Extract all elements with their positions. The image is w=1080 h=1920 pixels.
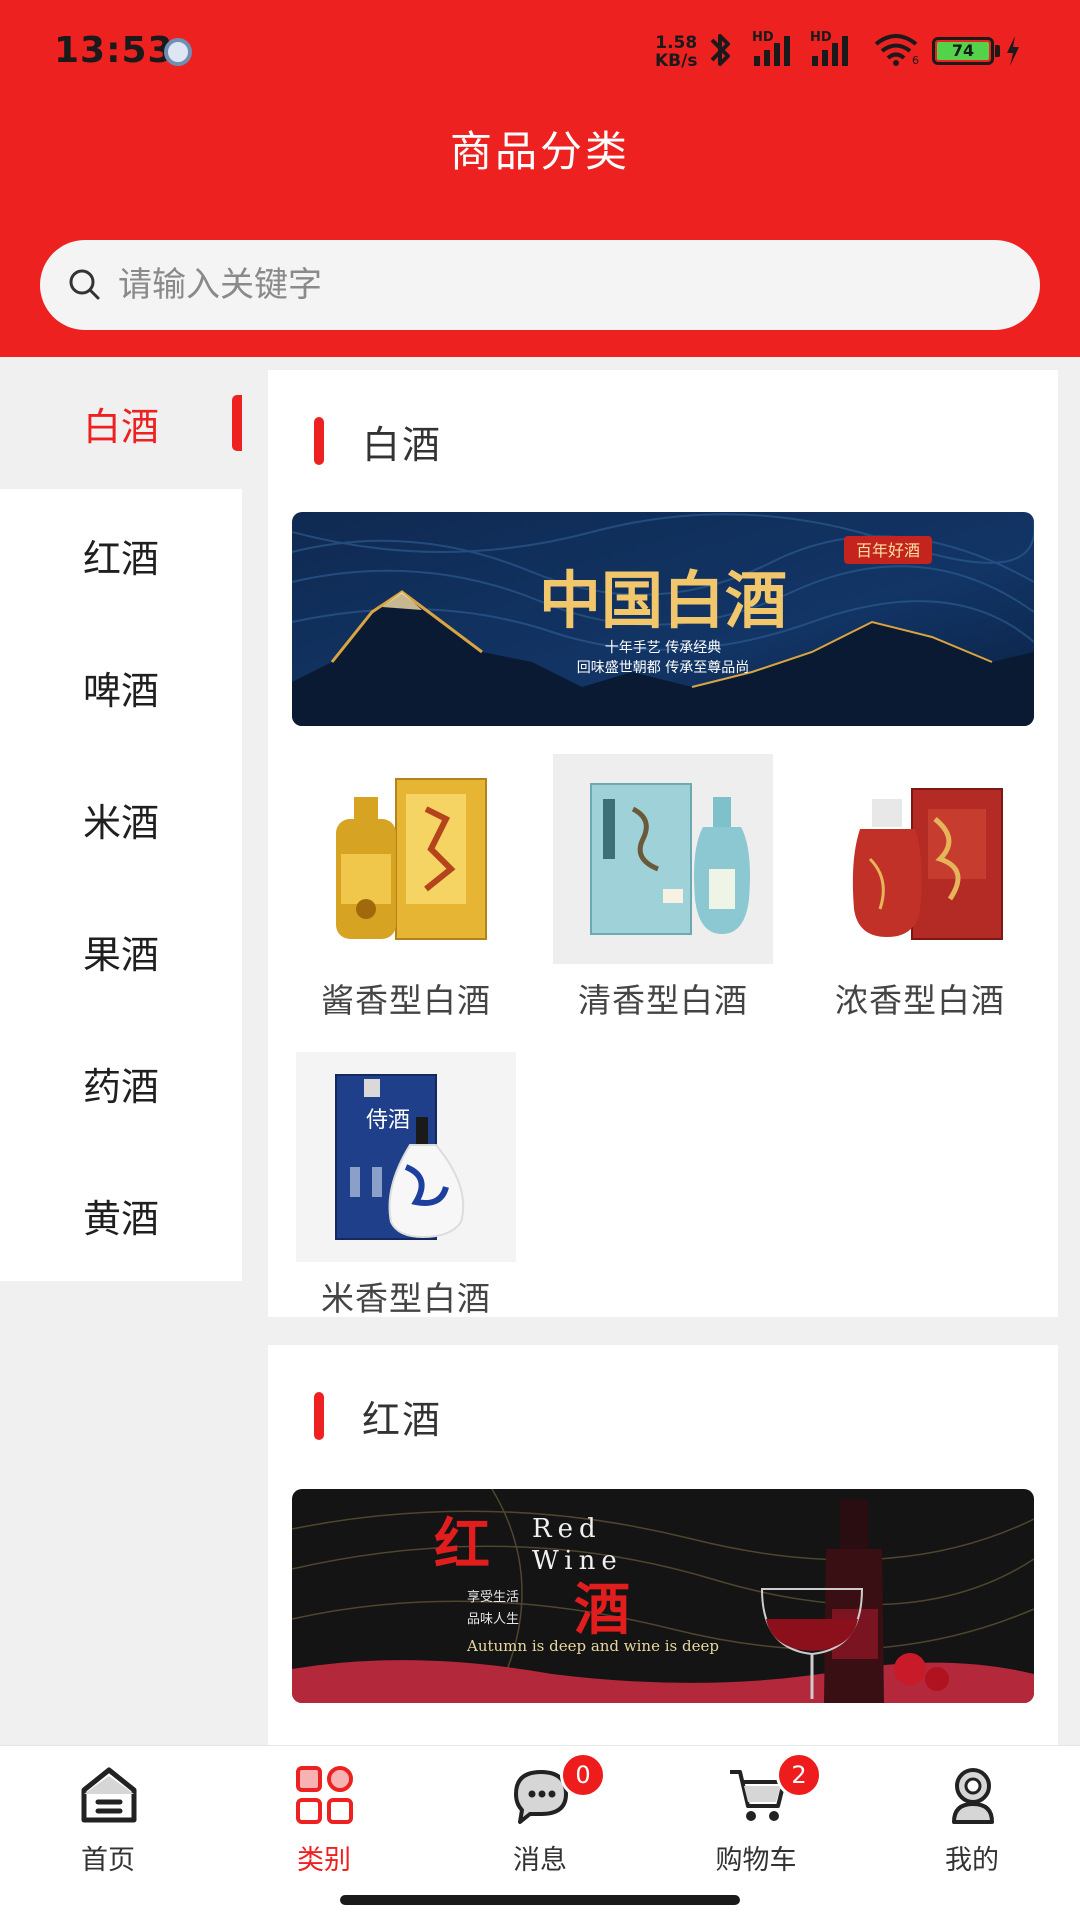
battery-level: 74 [937, 42, 989, 60]
product-qingxiang[interactable]: 清香型白酒 [533, 754, 793, 1020]
banner-line-1: 享受生活 [467, 1589, 519, 1605]
user-icon [952, 1768, 994, 1824]
sidebar-item-label: 药酒 [82, 1064, 159, 1109]
status-time: 13:53 [54, 30, 174, 71]
battery-icon: 74 [932, 37, 994, 65]
bluetooth-icon [710, 34, 730, 66]
screen: 13:53 1.58 KB/s HD HD 6 74 商品分类 请输入关键字 白… [0, 0, 1080, 1920]
sidebar-item-hongjiu[interactable]: 红酒 [0, 489, 242, 621]
svg-text:侍酒: 侍酒 [366, 1108, 410, 1133]
cell-signal-2-icon: HD [810, 30, 854, 72]
product-image [553, 754, 773, 964]
tab-label: 类别 [297, 1845, 351, 1876]
banner-line-2: 品味人生 [467, 1612, 519, 1627]
cart-count-badge: 2 [776, 1752, 822, 1798]
baijiu-banner[interactable]: 百年好酒 中国白酒 十年手艺 传承经典 回味盛世朝都 传承至尊品尚 [292, 512, 1034, 726]
section-accent-bar [314, 1392, 324, 1440]
product-name: 清香型白酒 [578, 981, 748, 1020]
bottom-tab-bar: 首页 类别 0 消息 2 购物车 我的 [0, 1745, 1080, 1920]
product-name: 米香型白酒 [321, 1279, 491, 1318]
search-bar[interactable] [40, 240, 1040, 330]
section-accent-bar [314, 417, 324, 465]
home-icon [81, 1767, 137, 1823]
sidebar-item-label: 米酒 [82, 800, 159, 845]
message-count-badge: 0 [560, 1752, 606, 1798]
tab-home[interactable]: 首页 [0, 1746, 216, 1896]
status-bar: 13:53 1.58 KB/s HD HD 6 74 [0, 0, 1080, 100]
sidebar-item-yaojiu[interactable]: 药酒 [0, 1017, 242, 1149]
hongjiu-banner[interactable]: 红 Red Wine 酒 享受生活 品味人生 Autumn is deep an… [292, 1489, 1034, 1703]
tab-category[interactable]: 类别 [216, 1746, 432, 1896]
sidebar-item-pijiu[interactable]: 啤酒 [0, 621, 242, 753]
sidebar-item-label: 红酒 [82, 536, 159, 581]
page-title: 商品分类 [449, 127, 630, 176]
search-icon [69, 269, 100, 300]
tab-label: 我的 [945, 1845, 999, 1876]
tab-label: 消息 [513, 1845, 567, 1876]
tab-messages[interactable]: 0 消息 [432, 1746, 648, 1896]
banner-tag: 百年好酒 [856, 541, 920, 560]
battery-tip [995, 45, 1000, 57]
category-grid-icon [296, 1766, 353, 1824]
tab-label: 购物车 [715, 1845, 797, 1876]
sidebar-item-label: 白酒 [82, 404, 159, 449]
search-input[interactable] [118, 240, 998, 330]
product-image [810, 754, 1030, 964]
sidebar-item-baijiu[interactable]: 白酒 [0, 357, 242, 489]
sidebar-item-guojiu[interactable]: 果酒 [0, 885, 242, 1017]
banner-line-2: 回味盛世朝都 传承至尊品尚 [577, 659, 749, 676]
home-indicator[interactable] [340, 1895, 740, 1905]
section-header: 白酒 [314, 417, 442, 467]
banner-big-char-1: 红 [434, 1512, 490, 1578]
banner-headline: 中国白酒 [539, 564, 787, 637]
notification-app-icon [164, 38, 192, 66]
sidebar-item-mijiu[interactable]: 米酒 [0, 753, 242, 885]
sidebar-item-label: 果酒 [82, 932, 159, 977]
product-name: 浓香型白酒 [835, 981, 1005, 1020]
cell-signal-1-icon: HD [752, 30, 796, 72]
sidebar-item-label: 啤酒 [82, 668, 159, 713]
header: 13:53 1.58 KB/s HD HD 6 74 商品分类 请输入关键字 [0, 0, 1080, 357]
section-title: 红酒 [362, 1397, 443, 1442]
section-baijiu: 白酒 百年好酒 中国白酒 十年手艺 传承经典 回味盛世朝都 传承至尊品尚 酱香型… [268, 370, 1058, 1318]
tab-label: 首页 [81, 1845, 135, 1876]
product-image [296, 754, 516, 964]
net-speed-value: 1.58 [655, 33, 698, 53]
banner-en-2: Wine [532, 1546, 623, 1576]
category-sidebar: 白酒 红酒 啤酒 米酒 果酒 药酒 黄酒 [0, 357, 242, 1281]
section-title: 白酒 [362, 422, 443, 467]
network-speed: 1.58 KB/s [655, 34, 697, 70]
product-mixiang[interactable]: 侍酒 米香型白酒 [276, 1052, 536, 1318]
sidebar-item-label: 黄酒 [82, 1196, 159, 1241]
banner-line-1: 十年手艺 传承经典 [605, 640, 721, 656]
product-nongxiang[interactable]: 浓香型白酒 [790, 754, 1050, 1020]
tab-profile[interactable]: 我的 [864, 1746, 1080, 1896]
product-name: 酱香型白酒 [321, 981, 491, 1020]
banner-en-1: Red [532, 1514, 602, 1544]
banner-tagline: Autumn is deep and wine is deep [466, 1637, 719, 1655]
wifi-icon: 6 [872, 32, 920, 72]
product-jiangxiang[interactable]: 酱香型白酒 [276, 754, 536, 1020]
banner-big-char-2: 酒 [574, 1577, 630, 1643]
section-header: 红酒 [314, 1392, 442, 1442]
active-indicator [232, 395, 242, 451]
sidebar-item-huangjiu[interactable]: 黄酒 [0, 1149, 242, 1281]
net-speed-unit: KB/s [655, 51, 698, 71]
charging-bolt-icon [1007, 36, 1019, 66]
section-hongjiu: 红酒 红 Red Wine 酒 享受生活 品味人生 Autumn is deep… [268, 1345, 1058, 1765]
product-image: 侍酒 [296, 1052, 516, 1262]
tab-cart[interactable]: 2 购物车 [648, 1746, 864, 1896]
